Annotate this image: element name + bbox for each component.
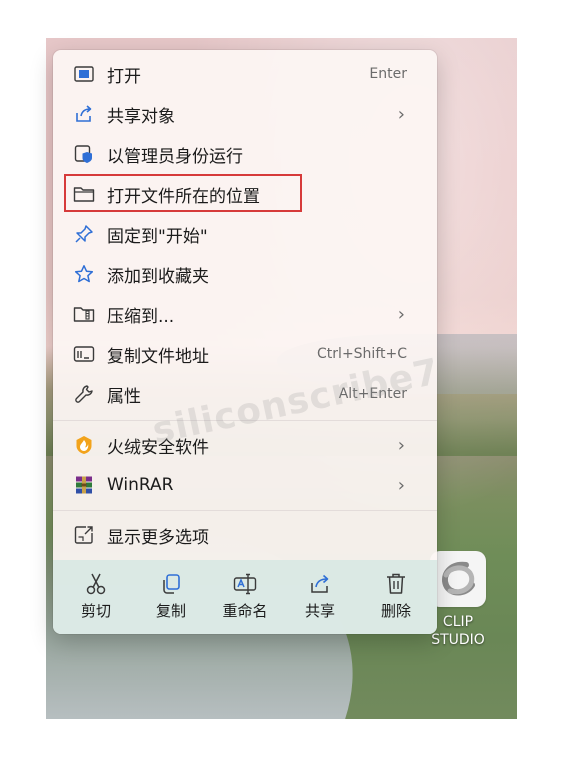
menu-item-huorong[interactable]: 火绒安全软件 › <box>63 427 427 463</box>
context-menu: 打开 Enter 共享对象 › 以管理员身份运行 打开文件所在的位置 固定到"开… <box>53 50 437 634</box>
copy-icon <box>159 572 183 596</box>
menu-item-label: 显示更多选项 <box>107 527 209 548</box>
shield-run-icon <box>73 143 95 165</box>
menu-item-shortcut: Enter <box>369 66 407 82</box>
rename-button[interactable]: 重命名 <box>207 560 283 634</box>
menu-item-properties[interactable]: 属性 Alt+Enter <box>63 376 427 412</box>
desktop-icon-clip-studio[interactable]: CLIP STUDIO <box>428 551 488 649</box>
menu-item-share-with[interactable]: 共享对象 › <box>63 96 427 132</box>
menu-item-label: 以管理员身份运行 <box>107 146 243 167</box>
menu-item-add-to-favorites[interactable]: 添加到收藏夹 <box>63 256 427 292</box>
menu-item-label: WinRAR <box>107 475 174 495</box>
chevron-right-icon: › <box>397 474 405 496</box>
menu-item-compress-to[interactable]: 压缩到... › <box>63 296 427 332</box>
menu-item-label: 火绒安全软件 <box>107 437 209 458</box>
action-bar: 剪切 复制 重命名 共享 删除 <box>53 560 437 634</box>
pin-icon <box>73 223 95 245</box>
share-icon <box>308 572 332 596</box>
delete-button-label: 删除 <box>380 602 411 620</box>
menu-item-shortcut: Alt+Enter <box>338 386 407 402</box>
menu-item-shortcut: Ctrl+Shift+C <box>317 346 407 362</box>
menu-item-label: 添加到收藏夹 <box>107 266 209 287</box>
menu-item-run-as-admin[interactable]: 以管理员身份运行 <box>63 136 427 172</box>
chevron-right-icon: › <box>397 103 405 125</box>
menu-item-label: 打开文件所在的位置 <box>107 186 260 207</box>
desktop-icon-label: CLIP STUDIO <box>431 614 485 648</box>
menu-item-winrar[interactable]: WinRAR › <box>63 467 427 503</box>
rename-icon <box>233 572 257 596</box>
menu-separator <box>53 510 437 511</box>
menu-item-open-file-location[interactable]: 打开文件所在的位置 <box>63 176 427 212</box>
rename-button-label: 重命名 <box>222 602 268 620</box>
zip-icon <box>73 303 95 325</box>
huorong-icon <box>73 434 95 456</box>
more-options-icon <box>73 524 95 546</box>
star-icon <box>73 263 95 285</box>
folder-icon <box>73 183 95 205</box>
menu-item-label: 属性 <box>107 386 141 407</box>
cut-icon <box>84 572 108 596</box>
copy-path-icon <box>73 343 95 365</box>
delete-icon <box>384 572 408 596</box>
menu-item-pin-to-start[interactable]: 固定到"开始" <box>63 216 427 252</box>
clip-studio-icon <box>430 551 486 607</box>
menu-item-show-more-options[interactable]: 显示更多选项 <box>63 517 427 553</box>
menu-item-label: 固定到"开始" <box>107 226 208 247</box>
share-icon <box>73 103 95 125</box>
menu-item-open[interactable]: 打开 Enter <box>63 56 427 92</box>
cut-button[interactable]: 剪切 <box>58 560 134 634</box>
menu-item-label: 共享对象 <box>107 106 175 127</box>
menu-item-label: 复制文件地址 <box>107 346 209 367</box>
menu-item-label: 压缩到... <box>107 306 175 327</box>
wrench-icon <box>73 383 95 405</box>
chevron-right-icon: › <box>397 303 405 325</box>
copy-button[interactable]: 复制 <box>133 560 209 634</box>
share-button[interactable]: 共享 <box>282 560 358 634</box>
delete-button[interactable]: 删除 <box>358 560 434 634</box>
copy-button-label: 复制 <box>155 602 186 620</box>
menu-item-label: 打开 <box>107 66 141 87</box>
menu-separator <box>53 420 437 421</box>
cut-button-label: 剪切 <box>80 602 111 620</box>
chevron-right-icon: › <box>397 434 405 456</box>
share-button-label: 共享 <box>304 602 335 620</box>
open-icon <box>73 63 95 85</box>
menu-item-copy-path[interactable]: 复制文件地址 Ctrl+Shift+C <box>63 336 427 372</box>
winrar-icon <box>73 474 95 496</box>
